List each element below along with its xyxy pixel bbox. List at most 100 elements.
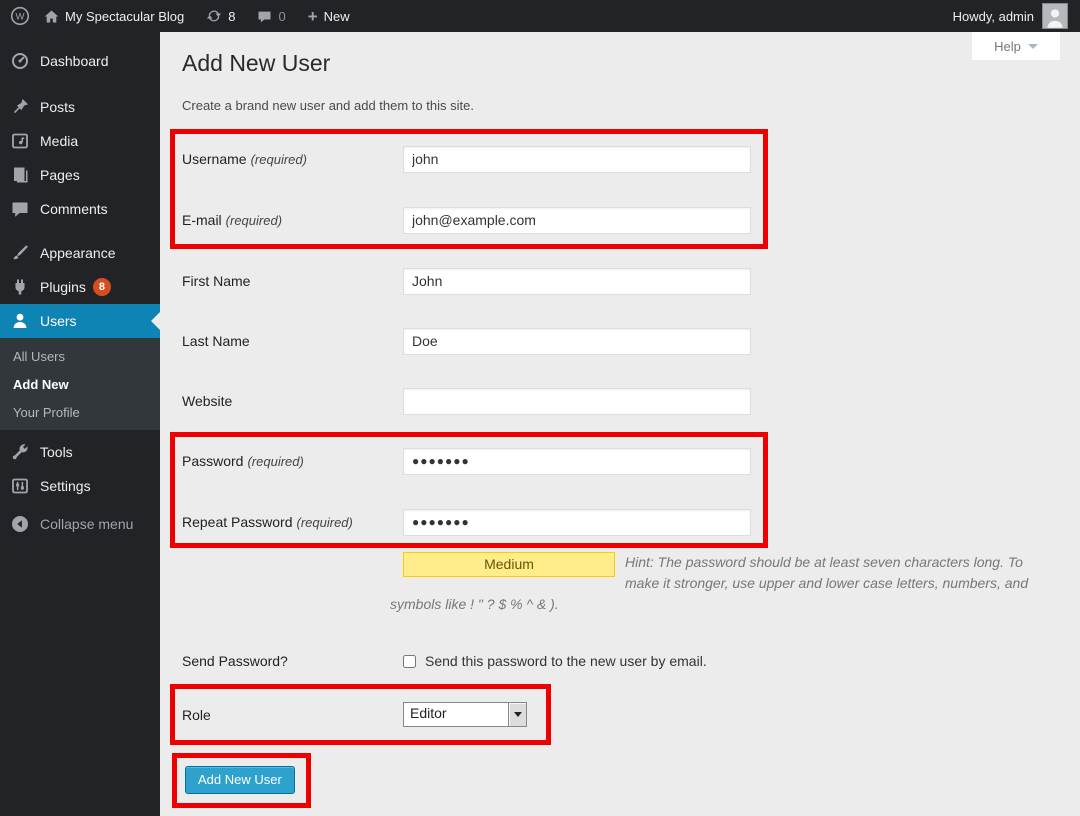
sidebar-label: Media xyxy=(40,133,78,149)
sidebar-label: Pages xyxy=(40,167,80,183)
repeat-password-label: Repeat Password(required) xyxy=(182,514,403,530)
website-input[interactable] xyxy=(403,388,751,415)
annotation-box-passwords: Password(required) Repeat Password(requi… xyxy=(170,432,768,548)
send-password-checkbox[interactable] xyxy=(403,655,416,668)
wordpress-admin-screen: W My Spectacular Blog 8 0 + New xyxy=(0,0,1080,816)
send-password-row: Send Password? Send this password to the… xyxy=(182,647,707,675)
plugins-update-badge: 8 xyxy=(93,278,111,296)
sidebar-label: Posts xyxy=(40,99,75,115)
chevron-down-icon xyxy=(514,712,522,717)
sidebar-label: Appearance xyxy=(40,245,116,261)
comments-icon xyxy=(10,199,30,219)
send-password-label: Send Password? xyxy=(182,653,403,669)
role-label: Role xyxy=(182,707,403,723)
annotation-box-role: Role Editor xyxy=(170,684,551,745)
sidebar-item-posts[interactable]: Posts xyxy=(0,90,160,124)
add-new-user-button[interactable]: Add New User xyxy=(185,766,295,794)
comments-count: 0 xyxy=(278,9,285,24)
pages-icon xyxy=(10,165,30,185)
sidebar-label: Users xyxy=(40,313,77,329)
sidebar-item-users[interactable]: Users xyxy=(0,304,160,338)
admin-top-bar: W My Spectacular Blog 8 0 + New xyxy=(0,0,1080,32)
submenu-item-add-new[interactable]: Add New xyxy=(0,370,160,398)
plus-icon: + xyxy=(308,8,318,25)
sidebar-label: Tools xyxy=(40,444,73,460)
help-label: Help xyxy=(994,39,1021,54)
sidebar-item-plugins[interactable]: Plugins 8 xyxy=(0,270,160,304)
comments-indicator[interactable]: 0 xyxy=(257,9,285,24)
email-row: E-mail(required) xyxy=(182,206,763,234)
sidebar-item-settings[interactable]: Settings xyxy=(0,469,160,503)
role-row: Role Editor xyxy=(182,702,546,727)
sidebar-item-comments[interactable]: Comments xyxy=(0,192,160,226)
last-name-row: Last Name xyxy=(182,327,751,355)
username-input[interactable] xyxy=(403,146,751,173)
updates-indicator[interactable]: 8 xyxy=(206,8,235,24)
sidebar-label: Plugins xyxy=(40,279,86,295)
password-input[interactable] xyxy=(403,448,751,475)
submenu-item-all-users[interactable]: All Users xyxy=(0,342,160,370)
first-name-label: First Name xyxy=(182,273,403,289)
password-strength-area: Medium Hint: The password should be at l… xyxy=(390,552,1040,615)
comment-bubble-icon xyxy=(257,9,272,24)
svg-text:W: W xyxy=(16,12,25,23)
sidebar-item-appearance[interactable]: Appearance xyxy=(0,236,160,270)
collapse-menu-icon xyxy=(10,514,30,534)
sidebar-label: Settings xyxy=(40,478,91,494)
required-note: (required) xyxy=(297,515,353,530)
select-dropdown-button[interactable] xyxy=(508,703,526,726)
sidebar-item-media[interactable]: Media xyxy=(0,124,160,158)
repeat-password-input[interactable] xyxy=(403,509,751,536)
sidebar-item-collapse-menu[interactable]: Collapse menu xyxy=(0,507,160,541)
first-name-input[interactable] xyxy=(403,268,751,295)
avatar[interactable] xyxy=(1042,3,1068,29)
username-label: Username(required) xyxy=(182,151,403,167)
email-input[interactable] xyxy=(403,207,751,234)
chevron-down-icon xyxy=(1028,44,1038,49)
website-label: Website xyxy=(182,393,403,409)
users-submenu: All Users Add New Your Profile xyxy=(0,338,160,430)
send-password-checkbox-label: Send this password to the new user by em… xyxy=(425,653,707,669)
home-icon xyxy=(44,9,59,24)
site-name-link[interactable]: My Spectacular Blog xyxy=(44,9,184,24)
wordpress-logo-icon[interactable]: W xyxy=(10,6,30,26)
page-subtitle: Create a brand new user and add them to … xyxy=(182,98,474,113)
sidebar-item-dashboard[interactable]: Dashboard xyxy=(0,44,160,78)
appearance-icon xyxy=(10,243,30,263)
howdy-admin-link[interactable]: Howdy, admin xyxy=(953,9,1034,24)
help-button[interactable]: Help xyxy=(972,32,1060,60)
sidebar-item-tools[interactable]: Tools xyxy=(0,435,160,469)
first-name-row: First Name xyxy=(182,267,751,295)
required-note: (required) xyxy=(247,454,303,469)
users-icon xyxy=(10,311,30,331)
updates-count: 8 xyxy=(228,9,235,24)
tools-icon xyxy=(10,442,30,462)
posts-icon xyxy=(10,97,30,117)
role-select[interactable]: Editor xyxy=(403,702,527,727)
website-row: Website xyxy=(182,387,751,415)
sidebar-item-pages[interactable]: Pages xyxy=(0,158,160,192)
password-label: Password(required) xyxy=(182,453,403,469)
repeat-password-row: Repeat Password(required) xyxy=(182,508,763,536)
required-note: (required) xyxy=(226,213,282,228)
settings-icon xyxy=(10,476,30,496)
dashboard-icon xyxy=(10,51,30,71)
last-name-input[interactable] xyxy=(403,328,751,355)
email-label: E-mail(required) xyxy=(182,212,403,228)
last-name-label: Last Name xyxy=(182,333,403,349)
active-menu-arrow xyxy=(151,312,160,330)
main-content: Help Add New User Create a brand new use… xyxy=(160,32,1080,816)
sidebar-label: Dashboard xyxy=(40,53,109,69)
required-note: (required) xyxy=(251,152,307,167)
sidebar-label: Collapse menu xyxy=(40,516,133,532)
annotation-box-credentials: Username(required) E-mail(required) xyxy=(170,129,768,249)
new-content-menu[interactable]: + New xyxy=(308,8,350,25)
new-label: New xyxy=(324,9,350,24)
username-row: Username(required) xyxy=(182,145,763,173)
submenu-item-your-profile[interactable]: Your Profile xyxy=(0,398,160,426)
page-title: Add New User xyxy=(182,50,330,77)
media-icon xyxy=(10,131,30,151)
sidebar-label: Comments xyxy=(40,201,108,217)
role-selected-value: Editor xyxy=(404,703,508,726)
annotation-box-submit: Add New User xyxy=(172,753,311,808)
